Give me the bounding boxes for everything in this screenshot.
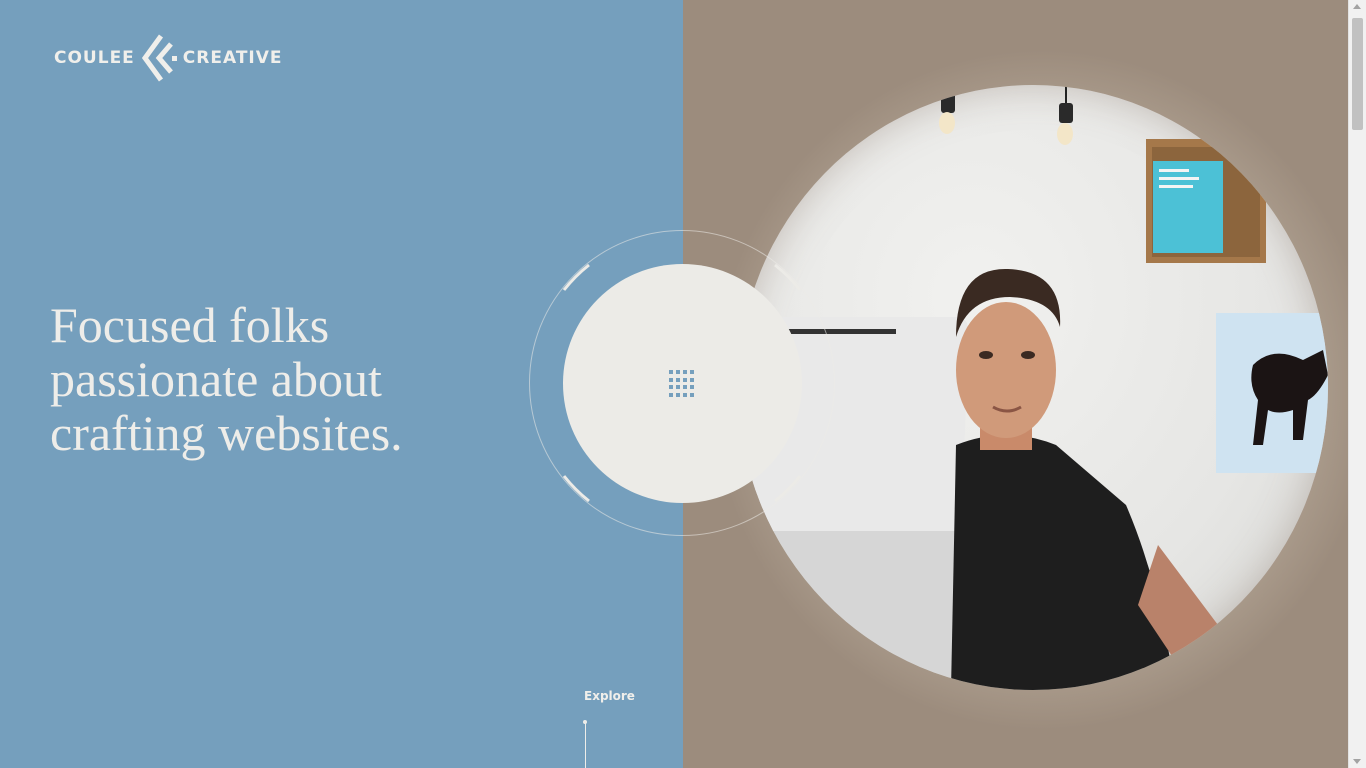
grid-menu-icon: [669, 370, 696, 397]
headline-line-3: crafting websites.: [50, 405, 403, 461]
explore-link[interactable]: Explore: [584, 689, 635, 703]
chevron-logo-icon: [141, 34, 177, 82]
hero-headline: Focused folks passionate about crafting …: [50, 298, 520, 460]
explore-scroll-line: [585, 722, 586, 768]
brand-name-left: COULEE: [54, 48, 135, 68]
brand-logo[interactable]: COULEE CREATIVE: [54, 34, 283, 82]
scroll-down-arrow-icon[interactable]: [1353, 759, 1361, 764]
brand-name-right: CREATIVE: [182, 48, 283, 68]
scroll-up-arrow-icon[interactable]: [1353, 4, 1361, 9]
page-scrollbar[interactable]: [1348, 0, 1366, 768]
headline-line-2: passionate about: [50, 351, 382, 407]
headline-line-1: Focused folks: [50, 297, 330, 353]
menu-button[interactable]: [563, 264, 802, 503]
scrollbar-thumb[interactable]: [1352, 18, 1363, 130]
